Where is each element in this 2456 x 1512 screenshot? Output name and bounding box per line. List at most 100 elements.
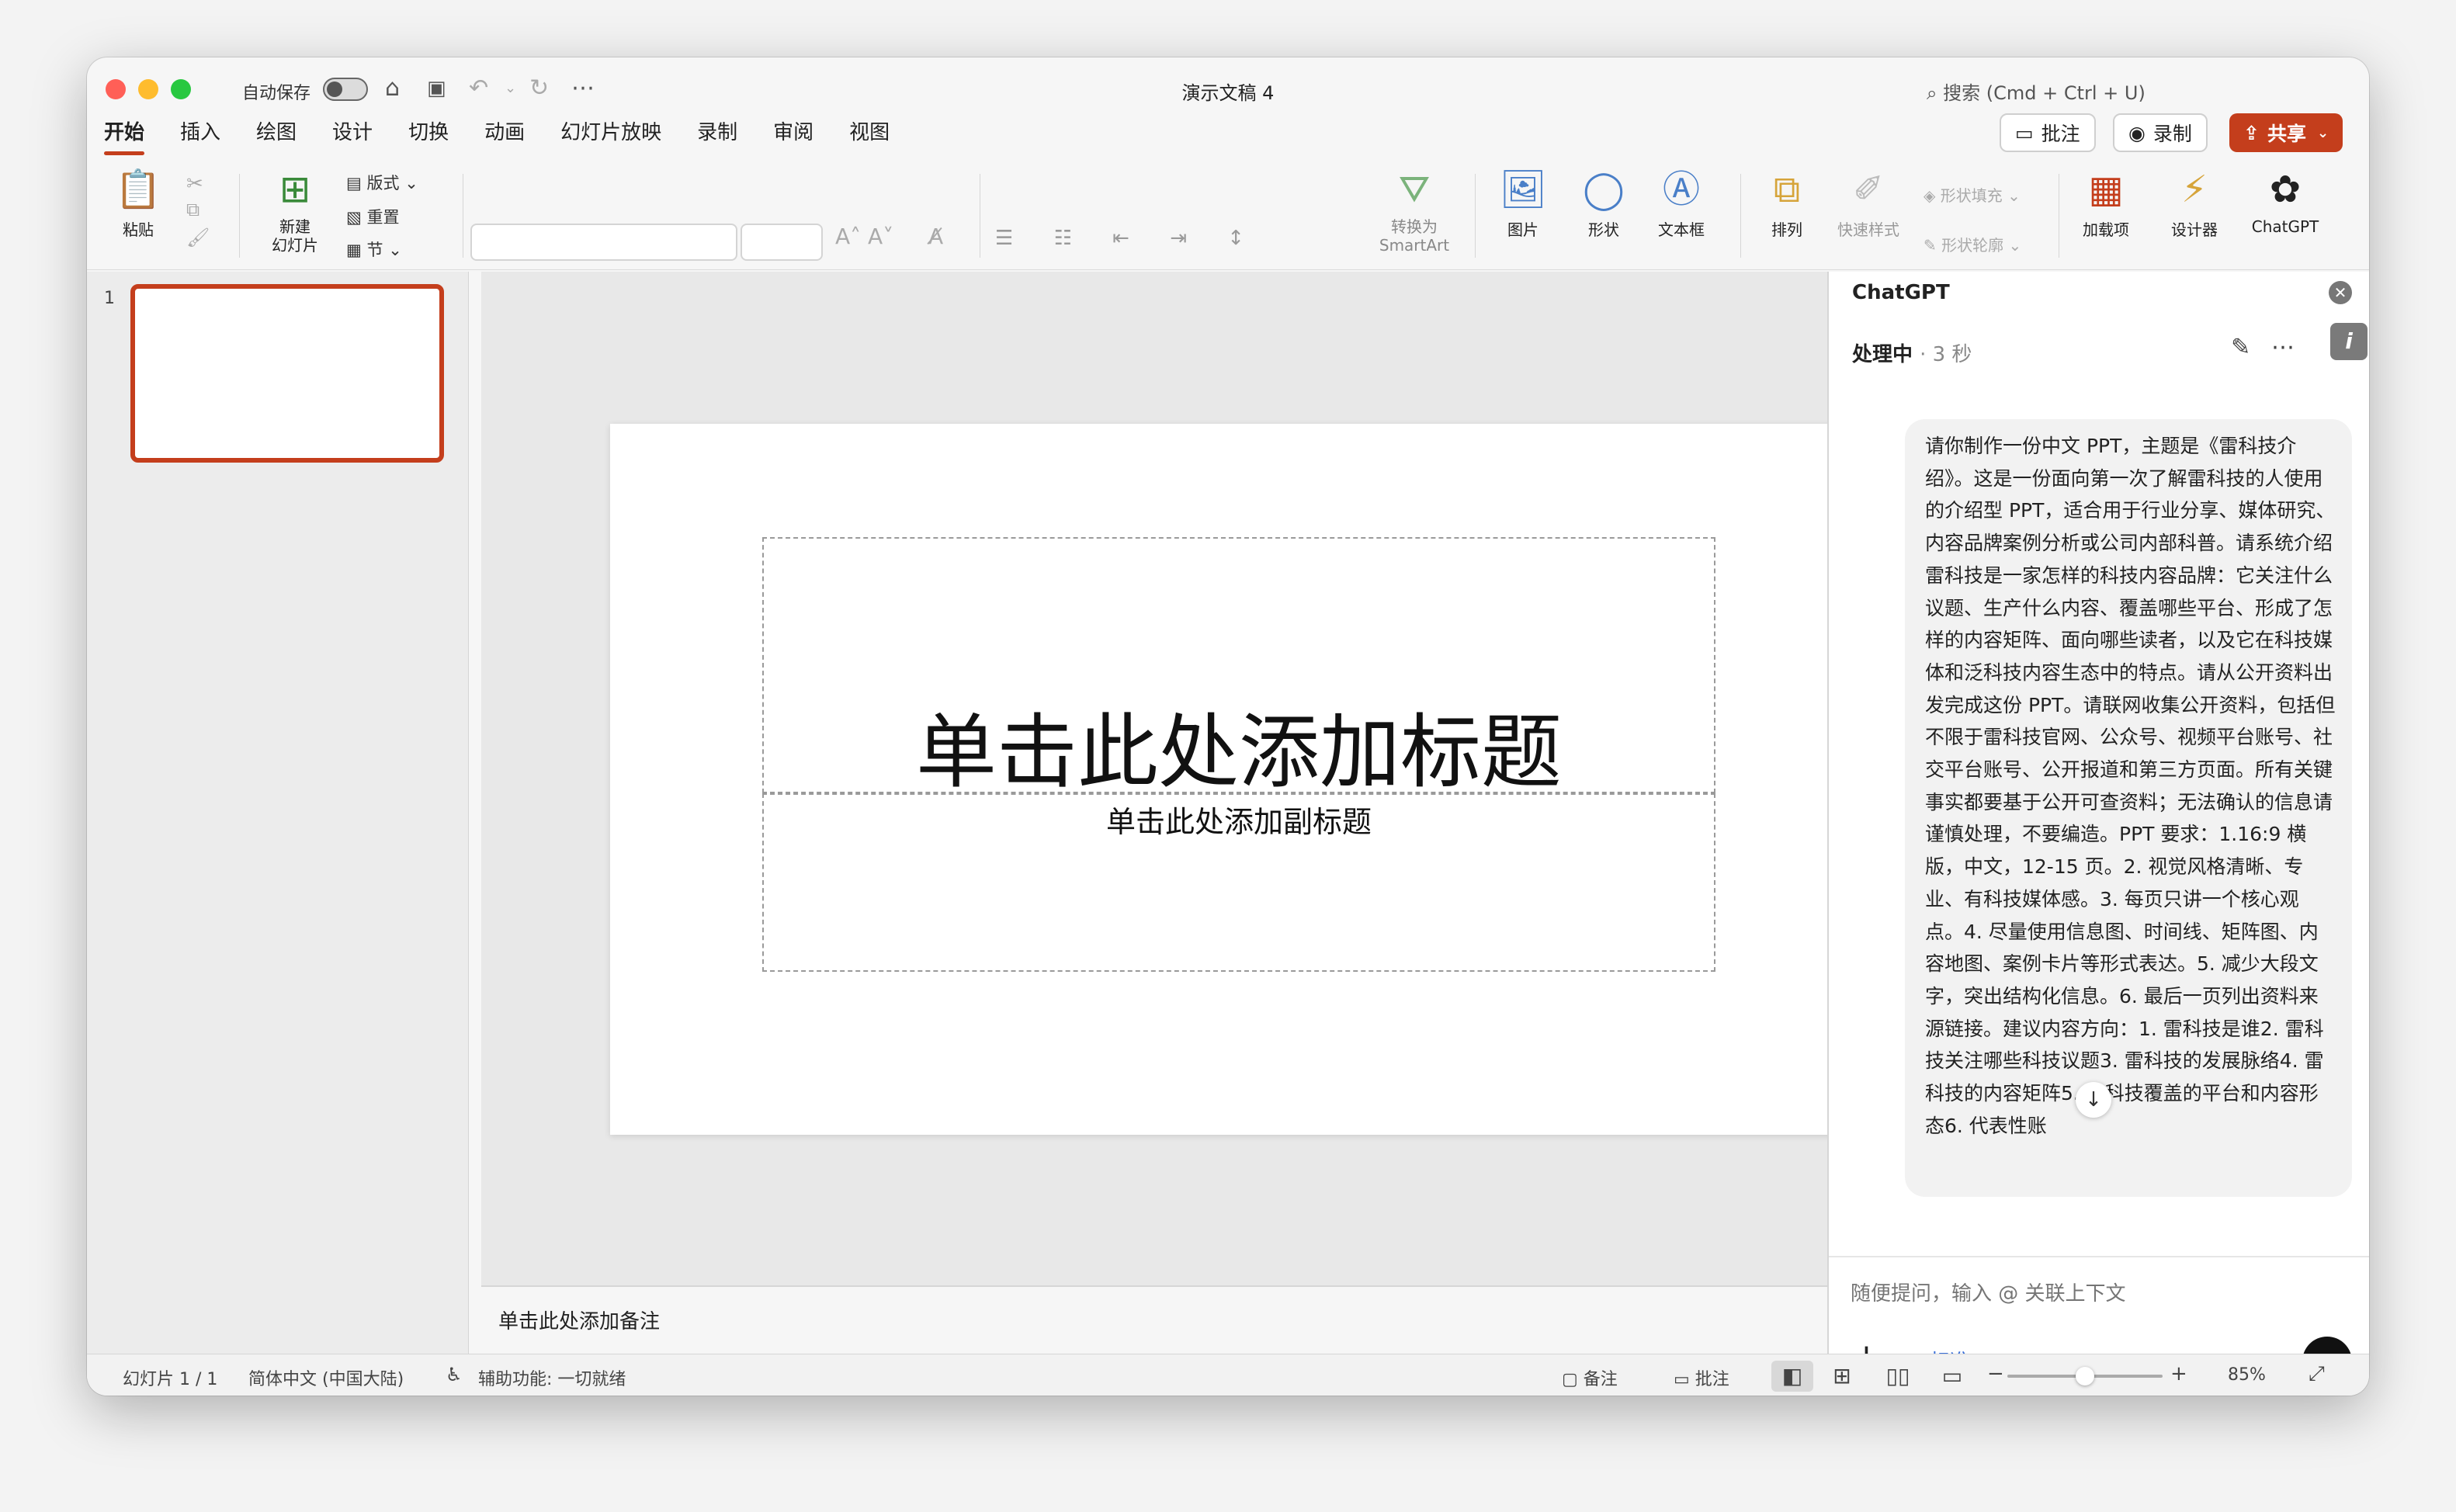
- app-window: 自动保存 ⌂ ▣ ↶ ⌄ ↻ ⋯ 演示文稿 4 ⌕ 搜索 (Cmd + Ctrl…: [87, 57, 2369, 1396]
- close-icon[interactable]: ✕: [2329, 281, 2352, 304]
- paste-button[interactable]: 📋 粘贴: [106, 166, 171, 240]
- zoom-percentage[interactable]: 85%: [2228, 1365, 2266, 1385]
- copy-icon[interactable]: ⧉: [186, 199, 199, 220]
- title-bar: 自动保存 ⌂ ▣ ↶ ⌄ ↻ ⋯ 演示文稿 4 ⌕ 搜索 (Cmd + Ctrl…: [87, 57, 2369, 115]
- reset-button[interactable]: ▧ 重置: [346, 205, 400, 228]
- elapsed-time: · 3 秒: [1920, 343, 1972, 366]
- fit-to-window-icon[interactable]: ⤢: [2309, 1362, 2325, 1386]
- tab-slideshow[interactable]: 幻灯片放映: [560, 116, 661, 155]
- pen-icon: ✎: [1924, 236, 1937, 255]
- comments-toggle[interactable]: ▭ 批注: [1674, 1365, 1729, 1390]
- slide-thumbnail[interactable]: [130, 284, 444, 463]
- arrange-button[interactable]: ⧉ 排列: [1748, 166, 1826, 240]
- arrange-label: 排列: [1771, 220, 1802, 239]
- slide-sorter-icon[interactable]: ⊞: [1821, 1361, 1863, 1392]
- accessibility-status[interactable]: 辅助功能: 一切就绪: [478, 1365, 626, 1390]
- record-button[interactable]: ◉ 录制: [2113, 113, 2208, 152]
- addins-button[interactable]: ▦ 加载项: [2063, 166, 2149, 240]
- status-bar: 幻灯片 1 / 1 简体中文 (中国大陆) ♿ 辅助功能: 一切就绪 ▢ 备注 …: [87, 1354, 2369, 1396]
- layout-button[interactable]: ▤ 版式 ⌄: [346, 171, 418, 194]
- format-painter-icon[interactable]: 🖌: [186, 227, 210, 248]
- smartart-icon: ⛛: [1398, 168, 1431, 211]
- panel-title: ChatGPT: [1852, 281, 1950, 304]
- presenter-view-icon[interactable]: ▭: [1931, 1361, 1973, 1392]
- share-dropdown-icon: ⌄: [2316, 124, 2329, 141]
- tab-home[interactable]: 开始: [104, 116, 145, 155]
- picture-label: 图片: [1507, 220, 1538, 239]
- quick-styles-button[interactable]: ✐ 快速样式: [1826, 166, 1911, 240]
- tab-animations[interactable]: 动画: [484, 116, 525, 155]
- subtitle-placeholder[interactable]: 单击此处添加副标题: [762, 793, 1715, 972]
- section-label: 节: [366, 241, 383, 259]
- chat-input[interactable]: [1851, 1282, 2347, 1306]
- addins-label: 加载项: [2083, 220, 2129, 239]
- textbox-label: 文本框: [1658, 220, 1705, 239]
- paint-bucket-icon: ◈: [1924, 186, 1936, 205]
- font-name-select[interactable]: [470, 224, 737, 261]
- zoom-out-icon[interactable]: −: [1987, 1362, 2004, 1385]
- tab-record[interactable]: 录制: [697, 116, 737, 155]
- new-chat-icon[interactable]: ✎: [2231, 334, 2250, 361]
- designer-icon: ⚡: [2181, 168, 2208, 211]
- quick-styles-label: 快速样式: [1837, 220, 1899, 239]
- reset-label: 重置: [366, 208, 400, 227]
- layout-label: 版式: [366, 174, 400, 192]
- tab-draw[interactable]: 绘图: [256, 116, 297, 155]
- chatgpt-button[interactable]: ✿ ChatGPT: [2239, 166, 2332, 236]
- slide[interactable]: 单击此处添加标题 单击此处添加副标题: [610, 424, 1874, 1135]
- new-slide-button[interactable]: ⊞ 新建 幻灯片: [255, 166, 335, 255]
- clear-format-icon[interactable]: A̸: [928, 224, 943, 249]
- search-placeholder: 搜索 (Cmd + Ctrl + U): [1943, 82, 2146, 104]
- shape-button[interactable]: ◯ 形状: [1565, 166, 1643, 240]
- status-label: 处理中: [1852, 343, 1913, 366]
- search-field[interactable]: ⌕ 搜索 (Cmd + Ctrl + U): [1927, 78, 2146, 105]
- slide-count: 幻灯片 1 / 1: [123, 1370, 218, 1389]
- notes-placeholder: 单击此处添加备注: [498, 1310, 661, 1333]
- convert-smartart-button[interactable]: ⛛ 转换为 SmartArt: [1360, 166, 1469, 255]
- reading-view-icon[interactable]: ▯▯: [1877, 1361, 1919, 1392]
- tab-view[interactable]: 视图: [849, 116, 890, 155]
- font-size-select[interactable]: [741, 224, 823, 261]
- language-status[interactable]: 简体中文 (中国大陆): [248, 1365, 404, 1390]
- accessibility-icon: ♿: [446, 1364, 463, 1385]
- tab-insert[interactable]: 插入: [180, 116, 220, 155]
- chatgpt-panel: ChatGPT ✕ 处理中 · 3 秒 ✎ ⋯ i 请你制作一份中文 PPT，主…: [1827, 272, 2369, 1386]
- comment-icon: ▭: [2015, 121, 2034, 144]
- textbox-button[interactable]: Ⓐ 文本框: [1643, 166, 1720, 240]
- slide-canvas: 单击此处添加标题 单击此处添加副标题: [481, 272, 1874, 1285]
- designer-label: 设计器: [2171, 220, 2218, 239]
- font-size-controls-icon[interactable]: A˄ A˅: [835, 224, 893, 249]
- list-controls-icon[interactable]: ☰ ☷ ⇤ ⇥ ↕: [995, 227, 1261, 250]
- subtitle-placeholder-text: 单击此处添加副标题: [1105, 805, 1372, 839]
- more-options-icon[interactable]: ⋯: [2271, 334, 2295, 361]
- textbox-icon: Ⓐ: [1662, 168, 1700, 211]
- comments-button[interactable]: ▭ 批注: [2000, 113, 2096, 152]
- shape-fill-button[interactable]: ◈ 形状填充 ⌄: [1924, 183, 2021, 206]
- shape-outline-button[interactable]: ✎ 形状轮廓 ⌄: [1924, 233, 2021, 255]
- tab-design[interactable]: 设计: [332, 116, 373, 155]
- title-placeholder[interactable]: 单击此处添加标题: [762, 537, 1715, 799]
- cut-icon[interactable]: ✂: [186, 172, 203, 196]
- notes-toggle[interactable]: ▢ 备注: [1562, 1365, 1618, 1390]
- normal-view-icon[interactable]: ◧: [1771, 1361, 1813, 1392]
- chatgpt-icon: ✿: [2269, 168, 2302, 211]
- zoom-slider-thumb[interactable]: [2076, 1367, 2094, 1385]
- chatgpt-label: ChatGPT: [2251, 217, 2319, 236]
- tab-review[interactable]: 审阅: [773, 116, 813, 155]
- convert-smartart-label: 转换为 SmartArt: [1379, 217, 1450, 255]
- clipboard-icon: 📋: [115, 168, 161, 211]
- picture-button[interactable]: 🖼 图片: [1484, 166, 1562, 240]
- share-button[interactable]: ⇪ 共享 ⌄: [2229, 113, 2343, 152]
- section-button[interactable]: ▦ 节 ⌄: [346, 238, 402, 261]
- reset-icon: ▧: [346, 208, 362, 227]
- record-button-label: 录制: [2152, 123, 2192, 145]
- designer-button[interactable]: ⚡ 设计器: [2152, 166, 2237, 240]
- scroll-down-icon[interactable]: ↓: [2076, 1082, 2111, 1118]
- info-icon[interactable]: i: [2330, 323, 2368, 360]
- paste-label: 粘贴: [123, 220, 154, 239]
- panel-divider: [1829, 1256, 2369, 1257]
- notes-pane[interactable]: 单击此处添加备注: [481, 1285, 1832, 1354]
- tab-transitions[interactable]: 切换: [408, 116, 449, 155]
- notes-icon: ▢: [1562, 1370, 1578, 1389]
- zoom-in-icon[interactable]: +: [2170, 1362, 2187, 1385]
